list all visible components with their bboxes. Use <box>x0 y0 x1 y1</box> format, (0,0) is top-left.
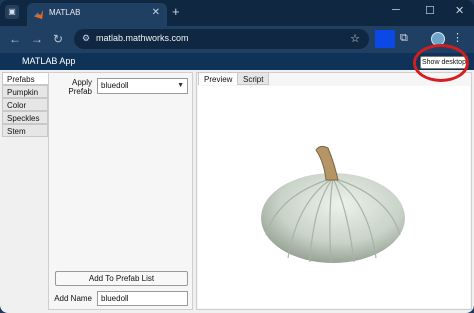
tab-title: MATLAB <box>49 8 81 17</box>
apply-label-line2: Prefab <box>68 87 92 96</box>
highlight-annotation <box>413 44 469 82</box>
site-info-icon[interactable]: ⚙ <box>82 33 90 44</box>
sidebar-tabs: Prefabs Pumpkin Color Speckles Stem <box>2 72 48 312</box>
browser-window: ▣ MATLAB ✕ + ─ ☐ ✕ ← → ↻ ⚙ matlab.mathwo… <box>0 0 474 313</box>
tab-stem[interactable]: Stem <box>2 124 48 137</box>
tab-script[interactable]: Script <box>237 72 270 85</box>
prefab-select-value: bluedoll <box>101 81 129 90</box>
matlab-logo-icon <box>33 9 44 20</box>
tab-prefabs[interactable]: Prefabs <box>2 72 48 85</box>
back-icon[interactable]: ← <box>9 32 21 46</box>
address-text[interactable]: matlab.mathworks.com <box>96 33 189 43</box>
menu-dots-icon[interactable]: ⋮ <box>452 31 463 44</box>
add-to-prefab-list-button[interactable]: Add To Prefab List <box>55 271 188 286</box>
add-name-field[interactable]: bluedoll <box>97 291 188 306</box>
apply-label-line1: Apply <box>71 78 92 87</box>
tab-list-icon[interactable]: ▣ <box>5 5 19 19</box>
extensions-icon[interactable]: ⧉ <box>400 32 408 45</box>
tab-color[interactable]: Color <box>2 98 48 111</box>
chevron-down-icon: ▼ <box>177 82 184 89</box>
minimize-icon[interactable]: ─ <box>392 4 400 16</box>
add-name-label: Add Name <box>54 294 92 303</box>
tab-pumpkin[interactable]: Pumpkin <box>2 85 48 98</box>
maximize-icon[interactable]: ☐ <box>425 4 435 17</box>
tab-preview[interactable]: Preview <box>198 72 239 85</box>
app-title: MATLAB App <box>22 56 76 66</box>
extension-block[interactable] <box>375 30 395 48</box>
prefab-select[interactable]: bluedoll ▼ <box>97 78 188 94</box>
bookmark-star-icon[interactable]: ☆ <box>350 32 360 45</box>
tab-speckles[interactable]: Speckles <box>2 111 48 124</box>
close-icon[interactable]: ✕ <box>152 7 160 18</box>
reload-icon[interactable]: ↻ <box>53 32 63 46</box>
plus-icon[interactable]: + <box>172 4 180 19</box>
app-header: MATLAB App <box>0 53 474 70</box>
browser-tab[interactable]: MATLAB ✕ <box>27 3 167 26</box>
tab-strip: ▣ MATLAB ✕ + ─ ☐ ✕ <box>0 0 474 26</box>
address-bar[interactable]: ⚙ matlab.mathworks.com ☆ <box>74 29 369 49</box>
window-close-icon[interactable]: ✕ <box>455 4 464 17</box>
pumpkin-render <box>261 145 405 264</box>
forward-icon[interactable]: → <box>31 32 43 46</box>
